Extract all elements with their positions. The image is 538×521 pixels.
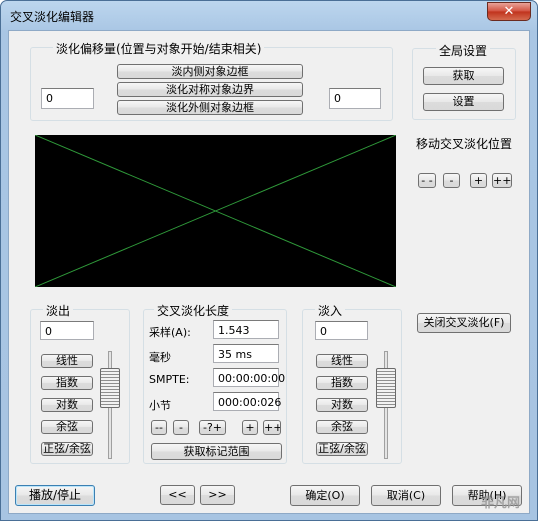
fade-offset-right-input[interactable]: 0: [329, 88, 381, 109]
previous-button[interactable]: <<: [160, 485, 195, 505]
fade-outer-border-button[interactable]: 淡化外侧对象边框: [117, 100, 303, 115]
fade-in-slider-thumb[interactable]: [376, 368, 396, 408]
fade-in-linear-button[interactable]: 线性: [316, 354, 368, 368]
play-stop-button[interactable]: 播放/停止: [15, 485, 95, 506]
global-set-button[interactable]: 设置: [423, 93, 504, 111]
fade-out-cosine-button[interactable]: 余弦: [41, 420, 93, 434]
fade-curves: [34, 134, 397, 288]
title-bar[interactable]: 交叉淡化编辑器 ✕: [1, 1, 537, 29]
close-crossfade-button[interactable]: 关闭交叉淡化(F): [417, 313, 511, 333]
fade-in-cosine-button[interactable]: 余弦: [316, 420, 368, 434]
fade-offset-left-input[interactable]: 0: [41, 88, 94, 109]
move-left-button[interactable]: -: [443, 173, 460, 188]
fade-inner-border-button[interactable]: 淡内侧对象边框: [117, 64, 303, 79]
cancel-button[interactable]: 取消(C): [371, 485, 441, 506]
length-decrease-button[interactable]: -: [173, 420, 189, 435]
crossfade-length-group-label: 交叉淡化长度: [154, 302, 233, 319]
move-left-far-button[interactable]: - -: [418, 173, 436, 188]
ok-button[interactable]: 确定(O): [290, 485, 360, 506]
bars-label: 小节: [149, 399, 171, 412]
bars-input[interactable]: 000:00:026: [213, 392, 281, 411]
next-button[interactable]: >>: [200, 485, 235, 505]
get-marker-range-button[interactable]: 获取标记范围: [151, 443, 282, 460]
samples-label: 采样(A):: [149, 326, 191, 339]
fade-in-sine-cosine-button[interactable]: 正弦/余弦: [316, 442, 368, 456]
length-center-button[interactable]: -?+: [199, 420, 226, 435]
move-crossfade-label: 移动交叉淡化位置: [416, 137, 513, 151]
window-title: 交叉淡化编辑器: [10, 10, 95, 24]
samples-input[interactable]: 1.543: [213, 320, 279, 339]
smpte-input[interactable]: 00:00:00:00: [213, 368, 285, 387]
length-increase-button[interactable]: +: [242, 420, 258, 435]
smpte-label: SMPTE:: [149, 373, 190, 386]
fade-out-logarithmic-button[interactable]: 对数: [41, 398, 93, 412]
fade-in-value-input[interactable]: 0: [315, 321, 368, 340]
fade-in-exponential-button[interactable]: 指数: [316, 376, 368, 390]
length-decrease-far-button[interactable]: --: [151, 420, 167, 435]
close-button[interactable]: ✕: [487, 2, 531, 21]
length-increase-far-button[interactable]: ++: [263, 420, 281, 435]
fade-in-group-label: 淡入: [315, 302, 346, 319]
fade-out-sine-cosine-button[interactable]: 正弦/余弦: [41, 442, 93, 456]
fade-in-logarithmic-button[interactable]: 对数: [316, 398, 368, 412]
fade-out-linear-button[interactable]: 线性: [41, 354, 93, 368]
fade-offset-group-label: 淡化偏移量(位置与对象开始/结束相关): [53, 40, 265, 57]
crossfade-preview-canvas[interactable]: [34, 134, 397, 288]
move-right-button[interactable]: +: [470, 173, 487, 188]
global-settings-group-label: 全局设置: [436, 42, 491, 59]
fade-out-value-input[interactable]: 0: [40, 321, 94, 340]
dialog-client-area: 淡化偏移量(位置与对象开始/结束相关) 0 淡内侧对象边框 淡化对称对象边界 淡…: [8, 30, 530, 514]
fade-out-slider-thumb[interactable]: [100, 368, 120, 408]
milliseconds-input[interactable]: 35 ms: [213, 344, 279, 363]
fade-symmetric-border-button[interactable]: 淡化对称对象边界: [117, 82, 303, 97]
fade-out-group-label: 淡出: [43, 302, 74, 319]
milliseconds-label: 毫秒: [149, 351, 171, 364]
fade-out-exponential-button[interactable]: 指数: [41, 376, 93, 390]
watermark-text: 非凡网: [481, 496, 521, 511]
move-right-far-button[interactable]: ++: [492, 173, 512, 188]
global-get-button[interactable]: 获取: [423, 67, 504, 85]
crossfade-editor-window: 交叉淡化编辑器 ✕ 淡化偏移量(位置与对象开始/结束相关) 0 淡内侧对象边框 …: [0, 0, 538, 521]
